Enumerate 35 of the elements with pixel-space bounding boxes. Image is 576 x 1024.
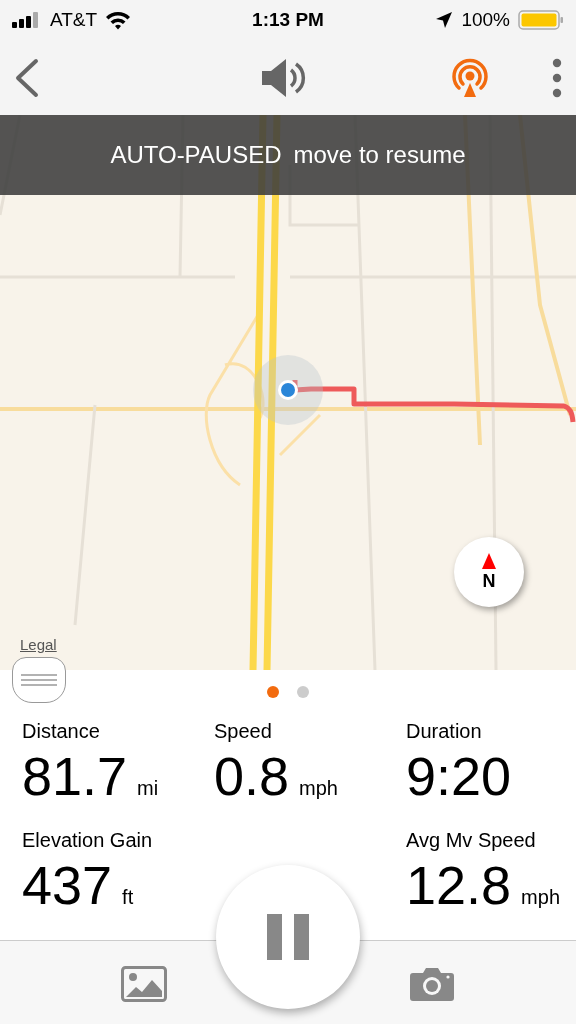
- legal-link[interactable]: Legal: [20, 636, 57, 653]
- camera-icon[interactable]: [410, 968, 454, 1001]
- stat-value: 81.7: [22, 745, 128, 807]
- battery-percent: 100%: [461, 9, 510, 31]
- stat-unit: mph: [521, 886, 560, 909]
- stat-label: Avg Mv Speed: [406, 829, 537, 852]
- back-icon[interactable]: [14, 57, 40, 98]
- gallery-icon[interactable]: [121, 966, 167, 1002]
- stat-label: Speed: [214, 720, 273, 743]
- battery-icon: [518, 10, 564, 30]
- stat-label: Elevation Gain: [22, 829, 154, 852]
- stat-value: 437: [22, 854, 113, 916]
- stat-unit: ft: [122, 886, 134, 909]
- stat-unit: mph: [299, 777, 338, 800]
- stat-value: 9:20: [406, 745, 512, 807]
- page-dot[interactable]: [267, 686, 279, 698]
- speaker-icon[interactable]: [262, 57, 308, 98]
- north-arrow-icon: [482, 552, 496, 569]
- drawer-handle[interactable]: [12, 657, 66, 703]
- stat-label: Duration: [406, 720, 483, 743]
- banner-message: move to resume: [293, 141, 466, 169]
- location-dot: [253, 355, 323, 425]
- clock-time: 1:13 PM: [252, 9, 324, 31]
- carrier-name: AT&T: [50, 9, 98, 31]
- stat-unit: mi: [137, 777, 159, 800]
- stat-label: Distance: [22, 720, 101, 743]
- stat-value: 12.8: [406, 854, 512, 916]
- broadcast-icon[interactable]: [450, 57, 490, 98]
- wifi-icon: [105, 10, 132, 30]
- banner-title: AUTO-PAUSED: [110, 141, 282, 169]
- location-arrow-icon: [435, 11, 454, 29]
- page-dot[interactable]: [297, 686, 309, 698]
- more-icon[interactable]: [552, 57, 562, 98]
- stat-value: 0.8: [214, 745, 290, 807]
- pause-icon: [267, 914, 309, 960]
